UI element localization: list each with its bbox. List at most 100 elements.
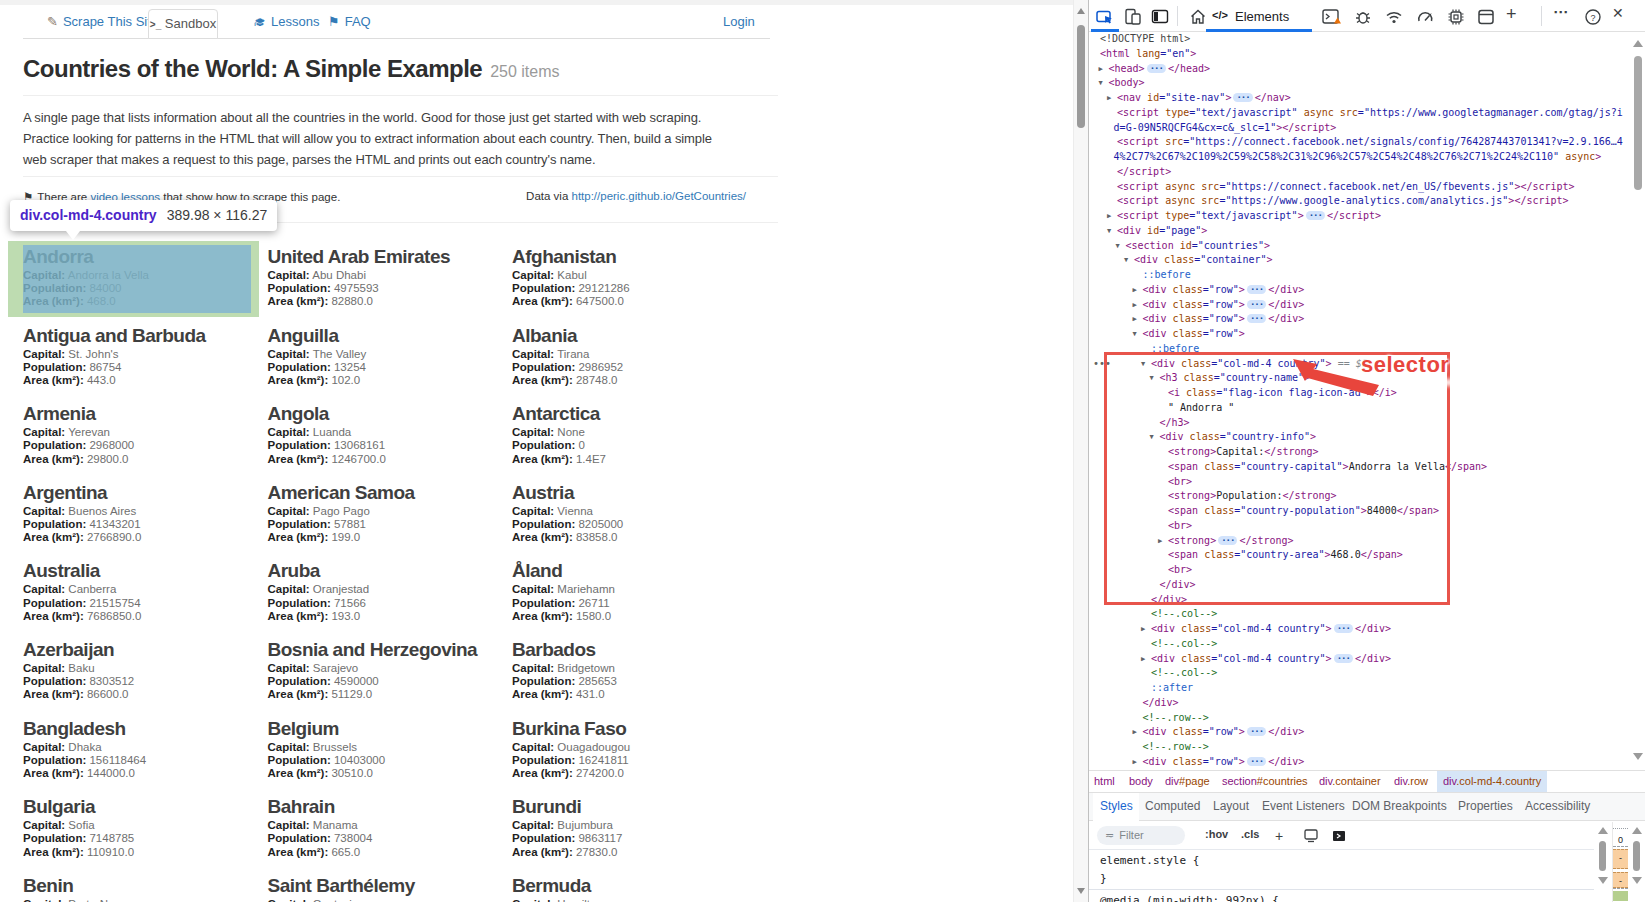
dom-tree-line[interactable]: <!--.col-->	[1089, 637, 1629, 652]
dom-tree-line[interactable]: </div>	[1089, 593, 1629, 608]
dom-tree-line[interactable]: d=G-09N5RQCFG4&cx=c&_slc=1"></script>	[1089, 121, 1629, 136]
dom-tree-line[interactable]: <!DOCTYPE html>	[1089, 32, 1629, 47]
dom-tree-line[interactable]: </div>	[1089, 578, 1629, 593]
nav-scrape-this-site[interactable]: ✎Scrape This Site	[47, 14, 158, 29]
issues-icon[interactable]	[1353, 7, 1373, 27]
device-toolbar-icon[interactable]	[1123, 7, 1143, 27]
dom-tree-line[interactable]: <span class="country-capital">Andorra la…	[1089, 460, 1629, 475]
data-source-link[interactable]: http://peric.github.io/GetCountries/	[571, 190, 746, 202]
dom-tree-line[interactable]: ▶<strong>···</strong>	[1089, 534, 1629, 549]
dom-tree-line[interactable]: ▶<div class="row">···</div>	[1089, 283, 1629, 298]
country-name: Bahrain	[268, 796, 513, 817]
tree-scroll-down[interactable]	[1633, 753, 1643, 760]
dom-tree-line[interactable]: <!--.row-->	[1089, 711, 1629, 726]
network-conditions-icon[interactable]	[1384, 7, 1404, 27]
dom-tree-line[interactable]: ▶<head>···</head>	[1089, 62, 1629, 77]
close-icon[interactable]: ✕	[1612, 5, 1632, 25]
tree-scroll-up[interactable]	[1633, 40, 1643, 47]
dom-tree-line[interactable]: <script type="text/javascript" async src…	[1089, 106, 1629, 121]
panel-tab-properties[interactable]: Properties	[1458, 799, 1513, 813]
dom-tree-line[interactable]: </h3>	[1089, 416, 1629, 431]
page-scrollbar[interactable]	[1073, 0, 1088, 902]
scroll-thumb[interactable]	[1077, 25, 1085, 128]
dom-tree-line[interactable]: ▼<div class="container">	[1089, 253, 1629, 268]
panel-tab-event-listeners[interactable]: Event Listeners	[1262, 799, 1345, 813]
tree-scroll-thumb[interactable]	[1634, 56, 1642, 190]
breadcrumb-item[interactable]: div.container	[1319, 775, 1381, 787]
dom-tree-line[interactable]: ▼<div id="page">	[1089, 224, 1629, 239]
nav-tab-sandbox[interactable]: >_ Sandbox	[148, 9, 218, 39]
dom-tree-line[interactable]: <script async src="https://www.google-an…	[1089, 194, 1629, 209]
tab-elements[interactable]: Elements	[1235, 9, 1289, 24]
dom-tree-line[interactable]: </div>	[1089, 696, 1629, 711]
panel-tab-computed[interactable]: Computed	[1145, 799, 1200, 813]
inspect-icon[interactable]	[1095, 7, 1115, 27]
dom-tree-line[interactable]: ▼<section id="countries">	[1089, 239, 1629, 254]
panel-tab-dom-breakpoints[interactable]: DOM Breakpoints	[1352, 799, 1447, 813]
dom-tree-line[interactable]: <br>	[1089, 563, 1629, 578]
cls-toggle[interactable]: .cls	[1241, 828, 1259, 840]
dom-tree-line[interactable]: <strong>Capital:</strong>	[1089, 445, 1629, 460]
devtools-panel: </> Elements + ⋯	[1088, 0, 1645, 902]
hov-toggle[interactable]: :hov	[1205, 828, 1228, 840]
dom-tree-line[interactable]: ::after	[1089, 681, 1629, 696]
computed-sidebar-toggle-icon[interactable]	[1331, 828, 1347, 846]
nav-lessons[interactable]: 🎓︎Lessons	[253, 14, 319, 29]
country-card: BurundiCapital: BujumburaPopulation: 986…	[512, 796, 757, 875]
dom-tree-line[interactable]: <!--.row-->	[1089, 740, 1629, 755]
dom-tree-line[interactable]: ▶<div class="row">···</div>	[1089, 298, 1629, 313]
breadcrumb-item[interactable]: div#page	[1165, 775, 1210, 787]
dom-tree-line[interactable]: ▶<div class="row">···</div>	[1089, 312, 1629, 327]
performance-monitor-icon[interactable]	[1446, 7, 1466, 27]
help-icon[interactable]: ?	[1583, 7, 1603, 27]
home-icon[interactable]	[1188, 7, 1208, 27]
console-icon[interactable]	[1321, 7, 1341, 27]
breadcrumb-item[interactable]: body	[1129, 775, 1153, 787]
dom-tree-line[interactable]: ▶<script type="text/javascript">···</scr…	[1089, 209, 1629, 224]
dom-tree-line[interactable]: <script src="https://connect.facebook.ne…	[1089, 135, 1629, 150]
dom-tree-line[interactable]: <span class="country-population">84000</…	[1089, 504, 1629, 519]
nav-faq[interactable]: ⚑FAQ	[328, 14, 371, 29]
styles-filter-input[interactable]: ≂Filter	[1097, 826, 1185, 845]
dom-tree-line[interactable]: ▶<div class="row">···</div>	[1089, 725, 1629, 740]
css-rule-selector[interactable]: element.style {	[1100, 854, 1199, 867]
box-model-content	[1613, 891, 1628, 901]
dom-tree-line[interactable]: 4%2C77%2C67%2C109%2C59%2C58%2C31%2C96%2C…	[1089, 150, 1629, 165]
dom-tree-line[interactable]: <!--.col-->	[1089, 607, 1629, 622]
dom-tree-line[interactable]: <script async src="https://connect.faceb…	[1089, 180, 1629, 195]
scroll-up-arrow[interactable]	[1077, 8, 1085, 14]
dom-tree-line[interactable]: ▶<div class="col-md-4 country">···</div>	[1089, 622, 1629, 637]
dom-tree-line[interactable]: <br>	[1089, 475, 1629, 490]
dom-tree-line[interactable]: ▼<div class="row">	[1089, 327, 1629, 342]
panel-tab-accessibility[interactable]: Accessibility	[1525, 799, 1590, 813]
focus-mode-icon[interactable]	[1150, 7, 1170, 27]
dom-tree-line[interactable]: <!--.col-->	[1089, 666, 1629, 681]
breadcrumb-item[interactable]: html	[1094, 775, 1115, 787]
performance-icon[interactable]	[1415, 7, 1435, 27]
dom-tree-line[interactable]: ▼<body>	[1089, 76, 1629, 91]
dom-tree-line[interactable]: ▶<div class="col-md-4 country">···</div>	[1089, 652, 1629, 667]
panel-tab-layout[interactable]: Layout	[1213, 799, 1249, 813]
breadcrumb-item[interactable]: section#countries	[1222, 775, 1308, 787]
element-states-icon[interactable]	[1303, 828, 1319, 846]
dom-tree-line[interactable]: <span class="country-area">468.0</span>	[1089, 548, 1629, 563]
country-card: AustraliaCapital: CanberraPopulation: 21…	[23, 560, 268, 639]
dom-tree-line[interactable]: ▶<nav id="site-nav">···</nav>	[1089, 91, 1629, 106]
new-style-rule-icon[interactable]: +	[1275, 828, 1283, 844]
breadcrumb-item[interactable]: div.col-md-4.country	[1437, 771, 1547, 793]
terminal-icon: >_	[150, 19, 161, 30]
dom-tree-line[interactable]: ▼<div class="country-info">	[1089, 430, 1629, 445]
breadcrumb-item[interactable]: div.row	[1394, 775, 1428, 787]
add-tab-icon[interactable]: +	[1506, 4, 1526, 24]
dom-tree-line[interactable]: <br>	[1089, 519, 1629, 534]
more-icon[interactable]: ⋯	[1553, 3, 1573, 23]
dom-tree-line[interactable]: <strong>Population:</strong>	[1089, 489, 1629, 504]
panel-tab-styles[interactable]: Styles	[1100, 799, 1133, 813]
dom-tree-line[interactable]: <html lang="en">	[1089, 47, 1629, 62]
dom-tree-line[interactable]: ::before	[1089, 268, 1629, 283]
dom-tree-line[interactable]: ▶<div class="row">···</div>	[1089, 755, 1629, 770]
login-link[interactable]: Login	[723, 14, 755, 29]
scroll-down-arrow[interactable]	[1077, 888, 1085, 894]
application-icon[interactable]	[1476, 7, 1496, 27]
dom-tree-line[interactable]: </script>	[1089, 165, 1629, 180]
